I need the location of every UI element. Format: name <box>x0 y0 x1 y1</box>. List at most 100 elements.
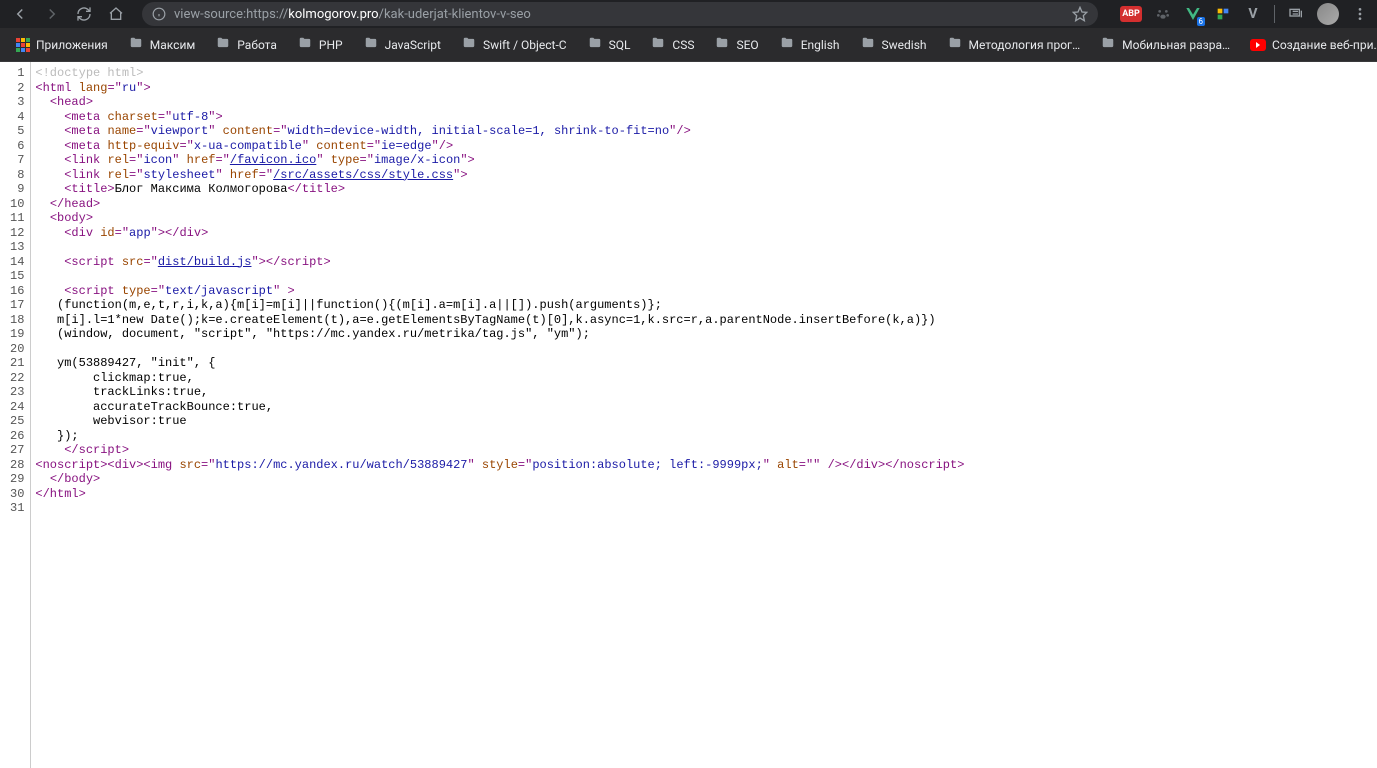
bookmark-item[interactable]: English <box>771 32 848 57</box>
bookmark-label: Максим <box>150 38 196 52</box>
profile-avatar[interactable] <box>1317 3 1339 25</box>
folder-icon <box>947 36 963 53</box>
bookmark-item[interactable]: SQL <box>579 32 639 57</box>
bookmark-item[interactable]: PHP <box>289 32 351 57</box>
toolbar-extensions: ABP 6 V <box>1112 3 1369 25</box>
paw-icon[interactable] <box>1154 5 1172 23</box>
line-number: 18 <box>10 313 24 328</box>
line-number: 27 <box>10 443 24 458</box>
code-line <box>35 342 964 357</box>
line-number: 24 <box>10 400 24 415</box>
reload-button[interactable] <box>72 2 96 26</box>
folder-icon <box>650 36 666 53</box>
bookmark-item[interactable]: JavaScript <box>355 32 449 57</box>
v-icon[interactable]: V <box>1244 5 1262 23</box>
folder-icon <box>860 36 876 53</box>
menu-icon[interactable] <box>1351 5 1369 23</box>
bookmark-label: Создание веб-при… <box>1272 38 1377 52</box>
line-number: 13 <box>10 240 24 255</box>
bookmark-label: SEO <box>736 38 758 52</box>
line-number: 10 <box>10 197 24 212</box>
line-number: 26 <box>10 429 24 444</box>
code-line: <script src="dist/build.js"></script> <box>35 255 964 270</box>
line-number: 20 <box>10 342 24 357</box>
code-line: <meta name="viewport" content="width=dev… <box>35 124 964 139</box>
folder-icon <box>714 36 730 53</box>
forward-button[interactable] <box>40 2 64 26</box>
bookmark-label: Приложения <box>36 38 108 52</box>
line-number: 2 <box>10 81 24 96</box>
folder-icon <box>297 36 313 53</box>
folder-icon <box>1100 36 1116 53</box>
folder-icon <box>587 36 603 53</box>
bookmark-label: Работа <box>237 38 277 52</box>
line-number: 25 <box>10 414 24 429</box>
code-line: (window, document, "script", "https://mc… <box>35 327 964 342</box>
line-number: 22 <box>10 371 24 386</box>
line-number: 17 <box>10 298 24 313</box>
code-line <box>35 501 964 516</box>
line-gutter: 1234567891011121314151617181920212223242… <box>0 62 31 768</box>
line-number: 6 <box>10 139 24 154</box>
address-bar[interactable]: view-source:https://kolmogorov.pro/kak-u… <box>142 2 1098 26</box>
code-line: </head> <box>35 197 964 212</box>
code-line: m[i].l=1*new Date();k=e.createElement(t)… <box>35 313 964 328</box>
line-number: 23 <box>10 385 24 400</box>
code-line: trackLinks:true, <box>35 385 964 400</box>
url-text: view-source:https://kolmogorov.pro/kak-u… <box>174 7 531 22</box>
source-code[interactable]: <!doctype html><html lang="ru"> <head> <… <box>31 62 964 768</box>
line-number: 7 <box>10 153 24 168</box>
media-icon[interactable] <box>1287 5 1305 23</box>
bookmark-item[interactable]: SEO <box>706 32 766 57</box>
bookmark-item[interactable]: Приложения <box>8 34 116 56</box>
code-line: <head> <box>35 95 964 110</box>
bookmark-item[interactable]: Работа <box>207 32 285 57</box>
bookmark-item[interactable]: Мобильная разра… <box>1092 32 1238 57</box>
bookmark-item[interactable]: Swedish <box>852 32 935 57</box>
line-number: 28 <box>10 458 24 473</box>
code-line: accurateTrackBounce:true, <box>35 400 964 415</box>
apps-icon <box>16 38 30 52</box>
line-number: 21 <box>10 356 24 371</box>
code-line: ym(53889427, "init", { <box>35 356 964 371</box>
bookmark-label: CSS <box>672 38 694 52</box>
code-line: <body> <box>35 211 964 226</box>
code-line: <div id="app"></div> <box>35 226 964 241</box>
code-line: </script> <box>35 443 964 458</box>
source-viewer: 1234567891011121314151617181920212223242… <box>0 62 1377 768</box>
abp-icon[interactable]: ABP <box>1120 6 1142 22</box>
line-number: 14 <box>10 255 24 270</box>
line-number: 19 <box>10 327 24 342</box>
line-number: 3 <box>10 95 24 110</box>
code-line: webvisor:true <box>35 414 964 429</box>
code-line: (function(m,e,t,r,i,k,a){m[i]=m[i]||func… <box>35 298 964 313</box>
home-button[interactable] <box>104 2 128 26</box>
info-icon <box>152 7 166 21</box>
folder-icon <box>779 36 795 53</box>
folder-icon <box>363 36 379 53</box>
line-number: 11 <box>10 211 24 226</box>
puzzle-icon[interactable] <box>1214 5 1232 23</box>
bookmark-label: Swedish <box>882 38 927 52</box>
bookmark-item[interactable]: Максим <box>120 32 204 57</box>
bookmark-label: Мобильная разра… <box>1122 38 1230 52</box>
bookmark-item[interactable]: Методология прог… <box>939 32 1089 57</box>
code-line: <script type="text/javascript" > <box>35 284 964 299</box>
bookmark-label: PHP <box>319 38 343 52</box>
folder-icon <box>461 36 477 53</box>
bookmark-item[interactable]: CSS <box>642 32 702 57</box>
code-line: <title>Блог Максима Колмогорова</title> <box>35 182 964 197</box>
bookmark-item[interactable]: Swift / Object-C <box>453 32 575 57</box>
code-line: </body> <box>35 472 964 487</box>
browser-toolbar: view-source:https://kolmogorov.pro/kak-u… <box>0 0 1377 28</box>
line-number: 12 <box>10 226 24 241</box>
bookmark-label: SQL <box>609 38 631 52</box>
folder-icon <box>215 36 231 53</box>
back-button[interactable] <box>8 2 32 26</box>
bookmark-item[interactable]: Создание веб-при… <box>1242 34 1377 56</box>
folder-icon <box>128 36 144 53</box>
vue-icon[interactable]: 6 <box>1184 5 1202 23</box>
star-icon[interactable] <box>1072 6 1088 22</box>
bookmark-label: English <box>801 38 840 52</box>
code-line: <meta charset="utf-8"> <box>35 110 964 125</box>
